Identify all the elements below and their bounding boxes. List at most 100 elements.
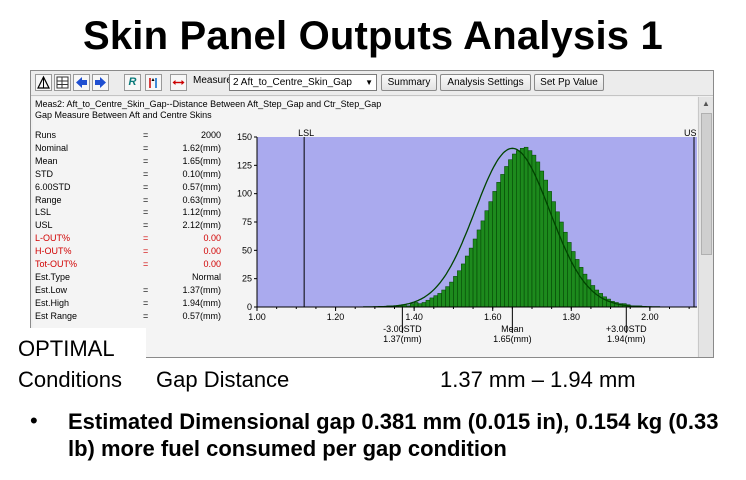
stat-row: Est Range = 0.57(mm) (35, 311, 221, 323)
stat-label: Nominal (35, 142, 69, 153)
histogram-bar (480, 220, 486, 308)
histogram-bar (504, 166, 509, 308)
stat-equals: = (143, 130, 149, 140)
histogram-bar (429, 297, 435, 308)
histogram-bar (567, 242, 572, 308)
stat-row: Nominal = 1.62(mm) (35, 143, 221, 155)
histogram-bar (488, 201, 493, 308)
stat-equals: = (143, 297, 149, 308)
r-icon[interactable]: R (124, 74, 141, 91)
histogram-bar (574, 259, 580, 308)
analysis-settings-button[interactable]: Analysis Settings (440, 74, 531, 91)
lsl-label: LSL (298, 129, 314, 138)
conditions-label: Conditions (18, 367, 122, 392)
stat-row: Runs = 2000 (35, 130, 221, 142)
histogram-svg: LSL US 0 25 50 75 100 125 150 1.00 1.20 1.40 1.60 1.8… (237, 128, 697, 344)
histogram-bar (516, 150, 521, 308)
histogram-bar (527, 150, 533, 308)
histogram-bar (437, 293, 442, 308)
toolbar: R Measure: 2 Aft_to_Centre_Skin_Gap ▼ Su… (31, 71, 713, 96)
y-tick-label: 0 (247, 302, 252, 312)
set-pp-value-button[interactable]: Set Pp Value (534, 74, 604, 91)
stat-value: 0.57(mm) (182, 181, 221, 192)
scroll-thumb[interactable] (701, 113, 712, 255)
bullet-icon: • (30, 408, 38, 433)
stat-label: H-OUT% (35, 246, 72, 257)
stat-value: 0.57(mm) (182, 310, 221, 321)
stat-label: USL (35, 220, 53, 231)
stat-row: LSL = 1.12(mm) (35, 207, 221, 219)
x-tick-label: 1.60 (484, 312, 502, 322)
stat-equals: = (143, 168, 149, 179)
arrow-left-icon[interactable] (73, 74, 90, 91)
histogram-bar (449, 281, 454, 308)
stat-row: Est.Type Normal (35, 272, 221, 284)
y-tick-label: 150 (237, 132, 252, 142)
table-icon[interactable] (54, 74, 71, 91)
y-tick-label: 100 (237, 189, 252, 199)
histogram-bar (417, 303, 423, 308)
histogram-bar (464, 255, 470, 308)
x-tick-label: 1.80 (563, 312, 581, 322)
marker-label: -3.00STD (383, 324, 422, 334)
histogram-bar (445, 286, 450, 308)
measure-description: Meas2: Aft_to_Centre_Skin_Gap--Distance … (35, 99, 382, 109)
scroll-up-icon[interactable]: ▲ (699, 97, 713, 111)
stat-equals: = (143, 220, 149, 231)
spread-arrows-icon[interactable] (170, 74, 187, 91)
histogram-bar (496, 182, 501, 308)
stat-label: Est Range (35, 310, 78, 321)
stat-equals: = (143, 310, 149, 321)
stat-row: Mean = 1.65(mm) (35, 156, 221, 168)
bars-arrow-icon[interactable] (145, 74, 162, 91)
slide-title: Skin Panel Outputs Analysis 1 (82, 14, 664, 58)
marker-label: +3.00STD (606, 324, 647, 334)
histogram-icon[interactable] (35, 74, 52, 91)
histogram-bar (425, 299, 431, 308)
stat-label: 6.00STD (35, 181, 71, 192)
stat-value: 2.12(mm) (182, 220, 221, 231)
histogram-bar (476, 229, 482, 308)
stat-row: USL = 2.12(mm) (35, 220, 221, 232)
stat-value: 0.10(mm) (182, 168, 221, 179)
histogram-bar (594, 289, 600, 308)
histogram-bar (523, 146, 529, 308)
arrow-right-icon[interactable] (92, 74, 109, 91)
stat-row: L-OUT% = 0.00 (35, 233, 221, 245)
stat-equals: = (143, 181, 149, 192)
analysis-content: Meas2: Aft_to_Centre_Skin_Gap--Distance … (33, 97, 697, 357)
histogram-bar (453, 276, 458, 308)
histogram-bar (571, 251, 576, 308)
stat-value: 1.94(mm) (182, 297, 221, 308)
histogram-bar (457, 270, 462, 308)
stat-row: 6.00STD = 0.57(mm) (35, 182, 221, 194)
usl-label: US (684, 129, 697, 138)
stat-value: 1.65(mm) (182, 155, 221, 166)
histogram-bar (409, 303, 415, 308)
x-tick-label: 2.00 (641, 312, 659, 322)
measure-subtitle: Gap Measure Between Aft and Centre Skins (35, 110, 212, 120)
stat-label: STD (35, 168, 53, 179)
vertical-scrollbar[interactable]: ▲ (698, 97, 713, 357)
histogram-bar (421, 302, 427, 308)
stat-value: 0.00 (203, 246, 221, 257)
summary-button[interactable]: Summary (381, 74, 437, 91)
summary-bullet: Estimated Dimensional gap 0.381 mm (0.01… (68, 409, 719, 461)
stat-value: 1.12(mm) (182, 207, 221, 218)
histogram-bar (484, 210, 490, 308)
histogram-bar (598, 293, 603, 308)
histogram-plot: LSL US 0 25 50 75 100 125 150 1.00 1.20 1.40 1.60 1.8… (227, 128, 697, 357)
stat-equals: = (143, 233, 149, 244)
histogram-bar (461, 263, 466, 308)
stat-label: L-OUT% (35, 233, 71, 244)
x-tick-label: 1.40 (405, 312, 423, 322)
measure-dropdown[interactable]: 2 Aft_to_Centre_Skin_Gap ▼ (229, 74, 377, 91)
stat-row: Tot-OUT% = 0.00 (35, 259, 221, 271)
stat-value: 0.63(mm) (182, 194, 221, 205)
histogram-bar (563, 231, 568, 308)
marker-value: 1.65(mm) (493, 334, 532, 344)
stat-label: LSL (35, 207, 52, 218)
histogram-bar (492, 191, 497, 308)
stat-value: 1.37(mm) (182, 284, 221, 295)
stat-value: 0.00 (203, 233, 221, 244)
